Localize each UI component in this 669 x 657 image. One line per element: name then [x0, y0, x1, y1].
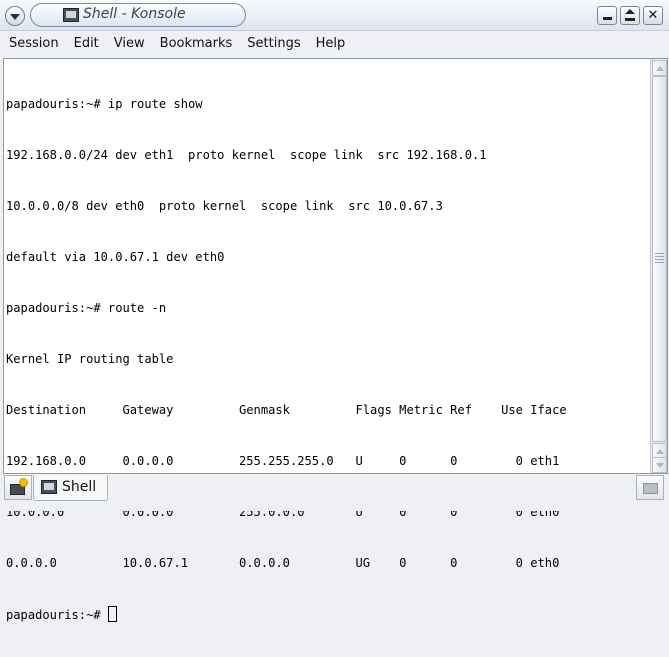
menu-session[interactable]: Session: [0, 36, 66, 51]
tab-label: Shell: [62, 479, 97, 495]
terminal-line: 0.0.0.0 10.0.67.1 0.0.0.0 UG 0 0 0 eth0: [6, 556, 560, 570]
terminal-output[interactable]: papadouris:~# ip route show 192.168.0.0/…: [6, 61, 648, 622]
title-bar[interactable]: Shell - Konsole ✕: [0, 0, 669, 31]
terminal-line: Destination Gateway Genmask Flags Metric…: [6, 403, 567, 417]
close-button[interactable]: ✕: [643, 6, 663, 25]
terminal-line: 192.168.0.0 0.0.0.0 255.255.255.0 U 0 0 …: [6, 454, 560, 468]
close-session-button[interactable]: [636, 475, 664, 500]
new-session-button[interactable]: [4, 475, 32, 500]
arrow-down-icon: [655, 462, 664, 468]
window-controls: ✕: [597, 6, 663, 25]
terminal-line: papadouris:~# ip route show: [6, 97, 203, 111]
window-title: Shell - Konsole: [83, 6, 186, 22]
maximize-icon: [625, 8, 635, 21]
scroll-up-button[interactable]: [652, 60, 667, 76]
window-menu-button[interactable]: [5, 6, 25, 26]
menu-edit[interactable]: Edit: [66, 36, 106, 51]
text-cursor: [107, 606, 117, 622]
menu-settings[interactable]: Settings: [239, 36, 307, 51]
menu-bookmarks[interactable]: Bookmarks: [152, 36, 240, 51]
grip-icon: [655, 253, 664, 265]
terminal-line: default via 10.0.67.1 dev eth0: [6, 250, 225, 264]
arrow-up-icon: [655, 65, 664, 71]
menu-help[interactable]: Help: [308, 36, 353, 51]
minimize-button[interactable]: [597, 6, 617, 25]
terminal-icon: [63, 8, 79, 22]
terminal-line: 10.0.0.0/8 dev eth0 proto kernel scope l…: [6, 199, 443, 213]
title-pill: Shell - Konsole: [30, 3, 246, 27]
terminal-line: Kernel IP routing table: [6, 352, 174, 366]
scrollbar-thumb[interactable]: [652, 76, 667, 442]
terminal-line: papadouris:~# route -n: [6, 301, 167, 315]
terminal-frame: papadouris:~# ip route show 192.168.0.0/…: [3, 58, 668, 622]
scroll-down-button[interactable]: [652, 457, 667, 473]
menu-bar: Session Edit View Bookmarks Settings Hel…: [0, 31, 669, 55]
menu-view[interactable]: View: [106, 36, 152, 51]
maximize-button[interactable]: [620, 6, 640, 25]
terminal-prompt-line[interactable]: papadouris:~#: [6, 606, 648, 623]
chevron-down-icon: [10, 14, 20, 20]
close-session-icon: [643, 483, 658, 494]
terminal-prompt: papadouris:~#: [6, 608, 108, 622]
minimize-icon: [602, 17, 612, 20]
terminal-icon: [41, 480, 57, 494]
vertical-scrollbar[interactable]: [650, 59, 667, 473]
tab-shell[interactable]: Shell: [33, 475, 108, 501]
arrow-up-icon: [655, 448, 664, 454]
session-tab-bar: Shell: [0, 474, 669, 511]
terminal-line: 192.168.0.0/24 dev eth1 proto kernel sco…: [6, 148, 487, 162]
close-icon: ✕: [647, 8, 659, 23]
